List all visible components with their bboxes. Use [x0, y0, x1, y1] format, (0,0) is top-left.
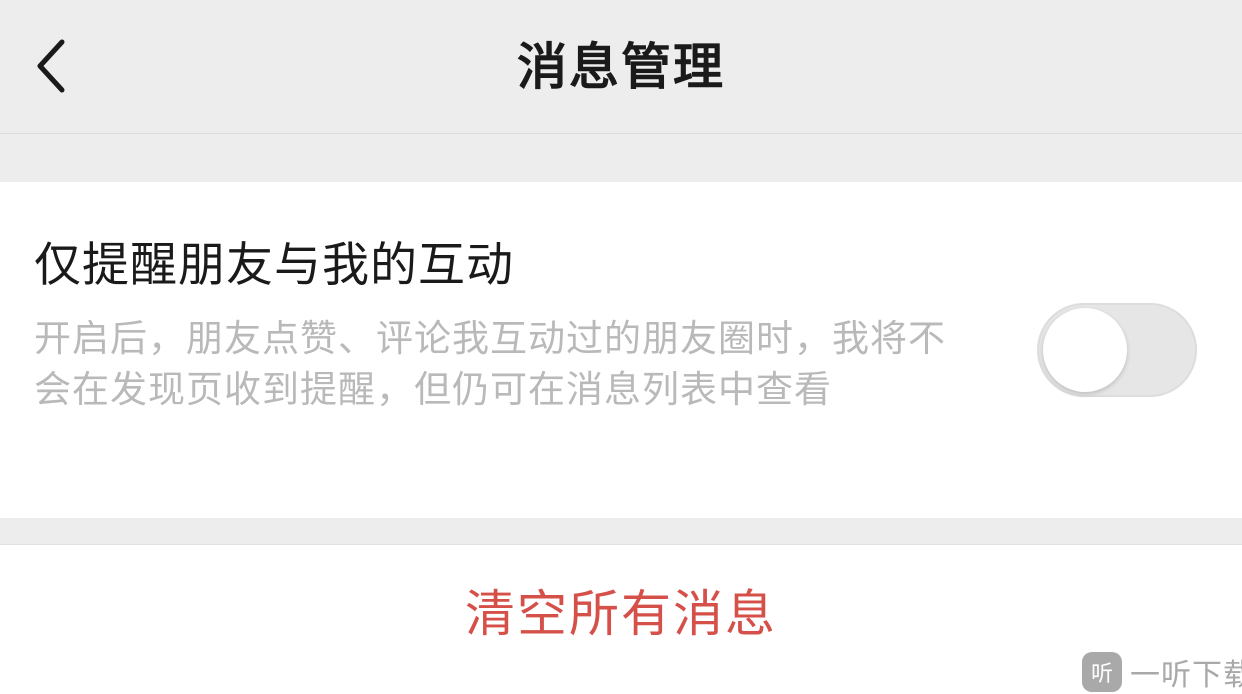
message-management-screen: 消息管理 仅提醒朋友与我的互动 开启后，朋友点赞、评论我互动过的朋友圈时，我将不… [0, 0, 1242, 694]
setting-description: 开启后，朋友点赞、评论我互动过的朋友圈时，我将不会在发现页收到提醒，但仍可在消息… [34, 317, 946, 411]
watermark-logo: 听 [1082, 652, 1122, 692]
clear-all-messages-button[interactable]: 清空所有消息 [0, 545, 1242, 694]
page-title: 消息管理 [517, 38, 725, 96]
back-button[interactable] [22, 28, 82, 104]
watermark: 听 一听下载 [1082, 650, 1242, 694]
toggle-knob [1043, 308, 1127, 392]
setting-title: 仅提醒朋友与我的互动 [34, 238, 514, 293]
navigation-bar: 消息管理 [0, 0, 1242, 134]
watermark-text: 一听下载 [1130, 658, 1242, 693]
chevron-left-icon [37, 39, 65, 93]
interaction-only-toggle[interactable] [1037, 303, 1197, 397]
